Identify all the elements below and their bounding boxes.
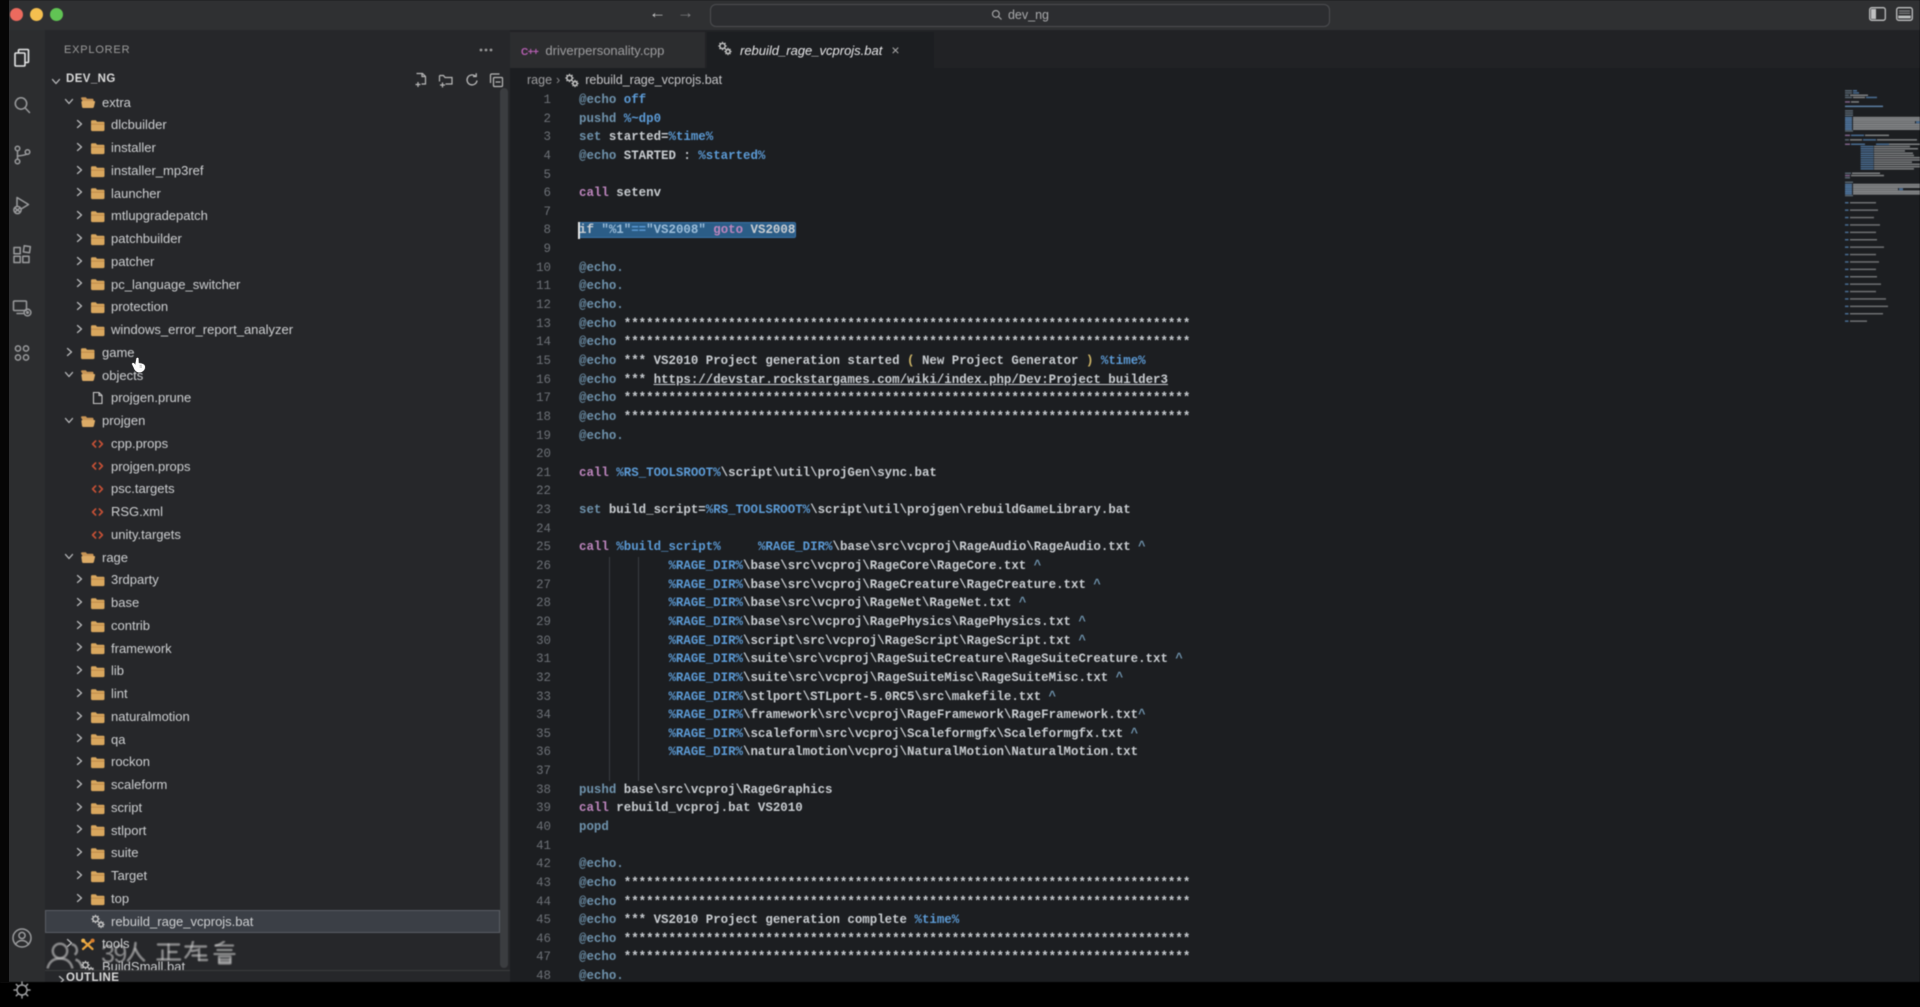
svg-text:39: 39 [101, 941, 126, 969]
